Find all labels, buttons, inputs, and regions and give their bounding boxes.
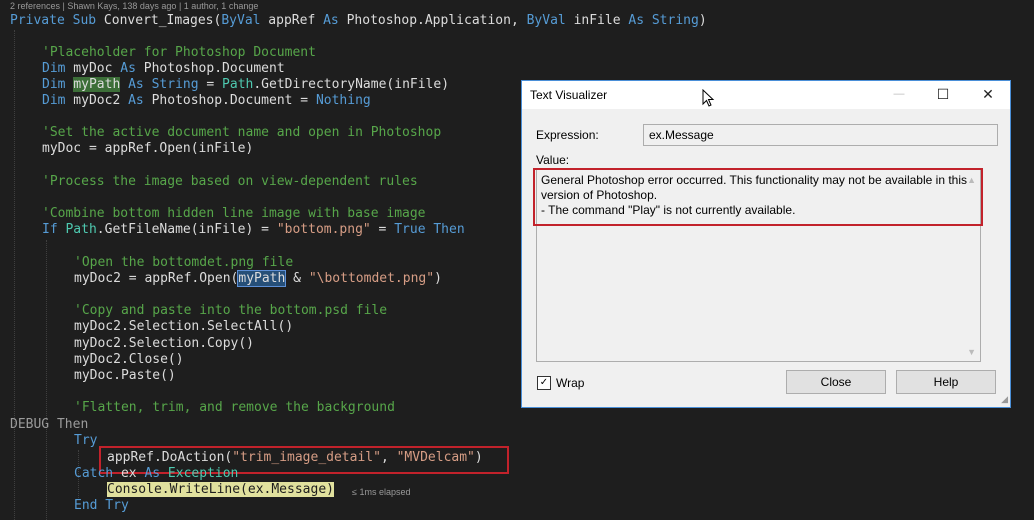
dialog-titlebar[interactable]: Text Visualizer — ☐ ✕ bbox=[522, 81, 1010, 109]
code-line-open2: myDoc2 = appRef.Open(myPath & "\bottomde… bbox=[74, 270, 442, 287]
code-line-dim-mydoc: Dim myDoc As Photoshop.Document bbox=[42, 61, 285, 76]
minimize-icon[interactable]: — bbox=[876, 81, 922, 109]
resize-grip-icon[interactable]: ◢ bbox=[1001, 394, 1008, 405]
expression-field[interactable]: ex.Message bbox=[643, 124, 998, 146]
wrap-checkbox[interactable]: ✓ bbox=[537, 376, 551, 390]
indent-guide bbox=[46, 240, 47, 520]
wrap-label[interactable]: Wrap bbox=[556, 376, 584, 390]
current-statement-highlight: Console.WriteLine(ex.Message) bbox=[107, 482, 334, 497]
mouse-cursor-icon bbox=[702, 89, 715, 107]
mypath-highlight: myPath bbox=[73, 77, 121, 92]
value-highlight-box bbox=[533, 168, 983, 226]
code-line-close: myDoc2.Close() bbox=[74, 352, 184, 367]
code-line-catch: Catch ex As Exception bbox=[74, 466, 239, 481]
code-comment: 'Process the image based on view-depende… bbox=[42, 174, 418, 189]
code-line-if: If Path.GetFileName(inFile) = "bottom.pn… bbox=[42, 222, 465, 237]
mypath-selection: myPath bbox=[237, 270, 287, 287]
scroll-down-icon[interactable]: ▼ bbox=[967, 347, 976, 357]
code-line-dim-mypath: Dim myPath As String = Path.GetDirectory… bbox=[42, 77, 450, 92]
indent-guide bbox=[14, 30, 15, 520]
code-line-sub-declaration: Private Sub Convert_Images(ByVal appRef … bbox=[10, 13, 707, 28]
code-comment: 'Flatten, trim, and remove the backgroun… bbox=[74, 400, 395, 415]
code-comment: 'Combine bottom hidden line image with b… bbox=[42, 206, 426, 221]
code-line-copy: myDoc2.Selection.Copy() bbox=[74, 336, 255, 351]
codelens-info[interactable]: 2 references | Shawn Kays, 138 days ago … bbox=[10, 1, 258, 11]
code-line-dim-mydoc2: Dim myDoc2 As Photoshop.Document = Nothi… bbox=[42, 93, 371, 108]
code-line-end-try: End Try bbox=[74, 498, 129, 513]
close-icon[interactable]: ✕ bbox=[965, 81, 1011, 109]
code-line-try: Try bbox=[74, 433, 98, 448]
code-line-open: myDoc = appRef.Open(inFile) bbox=[42, 141, 254, 156]
code-comment: 'Open the bottomdet.png file bbox=[74, 255, 294, 270]
code-line-selectall: myDoc2.Selection.SelectAll() bbox=[74, 319, 294, 334]
text-visualizer-dialog: Text Visualizer — ☐ ✕ Expression: ex.Mes… bbox=[521, 80, 1011, 408]
code-line-paste: myDoc.Paste() bbox=[74, 368, 176, 383]
value-label: Value: bbox=[536, 153, 570, 167]
code-line-debug: DEBUG Then bbox=[10, 417, 89, 432]
perf-tip-elapsed[interactable]: ≤ 1ms elapsed bbox=[352, 487, 410, 497]
dialog-title: Text Visualizer bbox=[530, 88, 608, 102]
expression-label: Expression: bbox=[536, 128, 599, 142]
help-button[interactable]: Help bbox=[896, 370, 996, 394]
code-line-console: Console.WriteLine(ex.Message) bbox=[107, 482, 334, 498]
code-comment: 'Copy and paste into the bottom.psd file bbox=[74, 303, 388, 318]
code-comment: 'Set the active document name and open i… bbox=[42, 125, 442, 140]
code-comment: 'Placeholder for Photoshop Document bbox=[42, 45, 316, 60]
close-button[interactable]: Close bbox=[786, 370, 886, 394]
maximize-icon[interactable]: ☐ bbox=[920, 81, 966, 109]
